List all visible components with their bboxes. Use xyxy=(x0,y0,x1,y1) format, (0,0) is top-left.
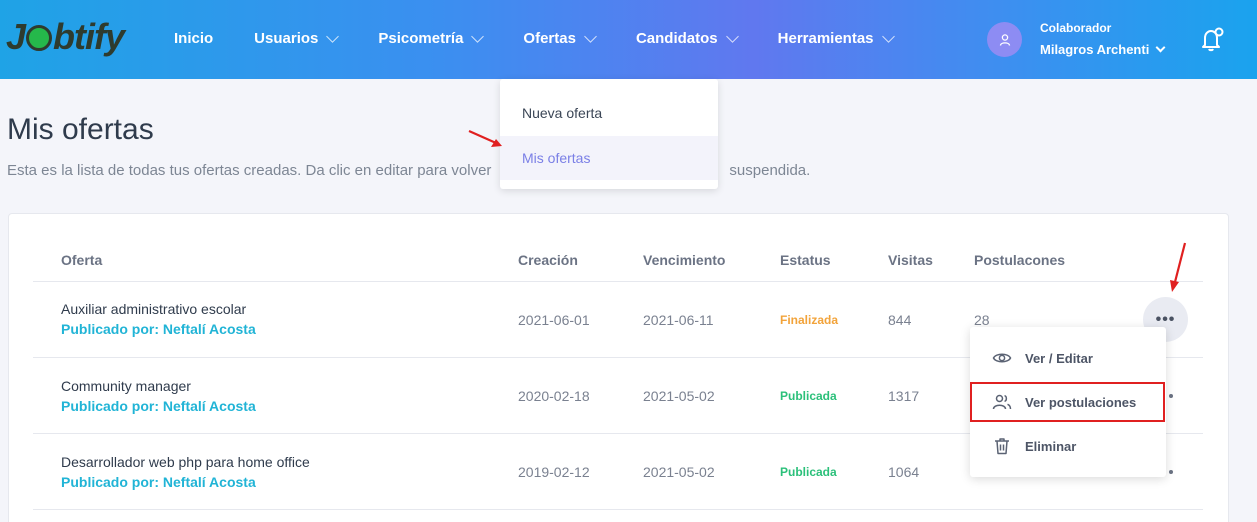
offer-publisher[interactable]: Publicado por: Neftalí Acosta xyxy=(61,398,256,414)
divider xyxy=(33,281,1203,282)
page-description-end: suspendida. xyxy=(729,162,811,179)
annotation-arrow-icon xyxy=(468,129,502,147)
chevron-down-icon xyxy=(725,29,739,43)
col-header-vencimiento[interactable]: Vencimiento xyxy=(643,252,725,268)
menu-item-eliminar[interactable]: Eliminar xyxy=(970,426,1166,466)
chevron-down-icon xyxy=(584,29,597,43)
menu-item-ver-postulaciones[interactable]: Ver postulaciones xyxy=(970,382,1165,422)
nav-label: Usuarios xyxy=(254,30,319,47)
offer-title[interactable]: Community manager xyxy=(61,378,191,394)
nav-label: Herramientas xyxy=(777,30,874,47)
main-nav: Inicio Usuarios Psicometría Ofertas Cand… xyxy=(174,29,934,47)
eye-icon xyxy=(992,353,1012,363)
col-header-creacion[interactable]: Creación xyxy=(518,252,578,268)
offer-title[interactable]: Auxiliar administrativo escolar xyxy=(61,301,246,317)
offer-applications: 28 xyxy=(974,312,990,328)
menu-item-ver-editar[interactable]: Ver / Editar xyxy=(970,338,1166,378)
users-icon xyxy=(992,394,1012,410)
menu-item-label: Eliminar xyxy=(1025,438,1077,454)
menu-item-label: Ver / Editar xyxy=(1025,350,1093,366)
chevron-down-icon xyxy=(881,29,895,43)
user-menu[interactable]: Milagros Archenti xyxy=(1040,42,1166,57)
bell-icon[interactable] xyxy=(1198,26,1226,52)
menu-item-label: Ver postulaciones xyxy=(1025,394,1137,410)
col-header-visitas[interactable]: Visitas xyxy=(888,252,933,268)
divider xyxy=(33,509,1203,510)
brand-logo[interactable]: Jbtify xyxy=(6,16,125,58)
nav-item-psicometria[interactable]: Psicometría xyxy=(378,29,485,47)
annotation-arrow-icon xyxy=(1170,242,1187,292)
more-options-icon[interactable] xyxy=(1169,470,1173,474)
nav-label: Ofertas xyxy=(523,30,576,47)
offer-creation-date: 2020-02-18 xyxy=(518,388,590,404)
avatar[interactable] xyxy=(987,22,1022,57)
nav-item-inicio[interactable]: Inicio xyxy=(174,30,213,47)
nav-item-ofertas[interactable]: Ofertas xyxy=(523,29,597,47)
status-badge: Publicada xyxy=(780,465,837,479)
trash-icon xyxy=(995,438,1009,455)
offer-expiration-date: 2021-05-02 xyxy=(643,388,715,404)
col-header-postulaciones[interactable]: Postulacones xyxy=(974,252,1065,268)
more-options-icon[interactable] xyxy=(1169,394,1173,398)
user-role: Colaborador xyxy=(1040,21,1112,35)
chevron-down-icon xyxy=(471,29,485,43)
nav-item-herramientas[interactable]: Herramientas xyxy=(777,29,895,47)
nav-item-candidatos[interactable]: Candidatos xyxy=(635,29,739,47)
dropdown-item-mis-ofertas[interactable]: Mis ofertas xyxy=(500,136,718,180)
user-name: Milagros Archenti xyxy=(1040,42,1150,57)
top-navbar: Jbtify Inicio Usuarios Psicometría Ofert… xyxy=(0,0,1257,79)
offer-expiration-date: 2021-06-11 xyxy=(643,312,714,328)
chevron-down-icon xyxy=(1155,42,1166,53)
offer-visits: 844 xyxy=(888,312,912,328)
actions-menu: Ver / Editar Ver postulaciones Eliminar xyxy=(970,327,1166,477)
nav-label: Psicometría xyxy=(378,30,464,47)
col-header-estatus[interactable]: Estatus xyxy=(780,252,831,268)
col-header-oferta[interactable]: Oferta xyxy=(61,252,102,268)
user-icon xyxy=(999,33,1010,46)
page-description-start: Esta es la lista de todas tus ofertas cr… xyxy=(7,162,492,179)
offer-publisher[interactable]: Publicado por: Neftalí Acosta xyxy=(61,321,256,337)
chevron-down-icon xyxy=(326,29,340,43)
offer-expiration-date: 2021-05-02 xyxy=(643,464,715,480)
status-badge: Publicada xyxy=(780,389,837,403)
ofertas-dropdown: Nueva oferta Mis ofertas xyxy=(500,79,718,189)
offer-visits: 1317 xyxy=(888,388,920,404)
nav-label: Inicio xyxy=(174,30,214,47)
nav-item-usuarios[interactable]: Usuarios xyxy=(254,29,340,47)
dropdown-item-nueva-oferta[interactable]: Nueva oferta xyxy=(500,91,718,135)
status-badge: Finalizada xyxy=(780,313,839,327)
offer-creation-date: 2021-06-01 xyxy=(518,312,590,328)
offer-title[interactable]: Desarrollador web php para home office xyxy=(61,454,310,470)
nav-label: Candidatos xyxy=(635,30,718,47)
offer-creation-date: 2019-02-12 xyxy=(518,464,590,480)
offer-publisher[interactable]: Publicado por: Neftalí Acosta xyxy=(61,474,256,490)
page-title: Mis ofertas xyxy=(7,113,154,146)
offer-visits: 1064 xyxy=(888,464,920,480)
